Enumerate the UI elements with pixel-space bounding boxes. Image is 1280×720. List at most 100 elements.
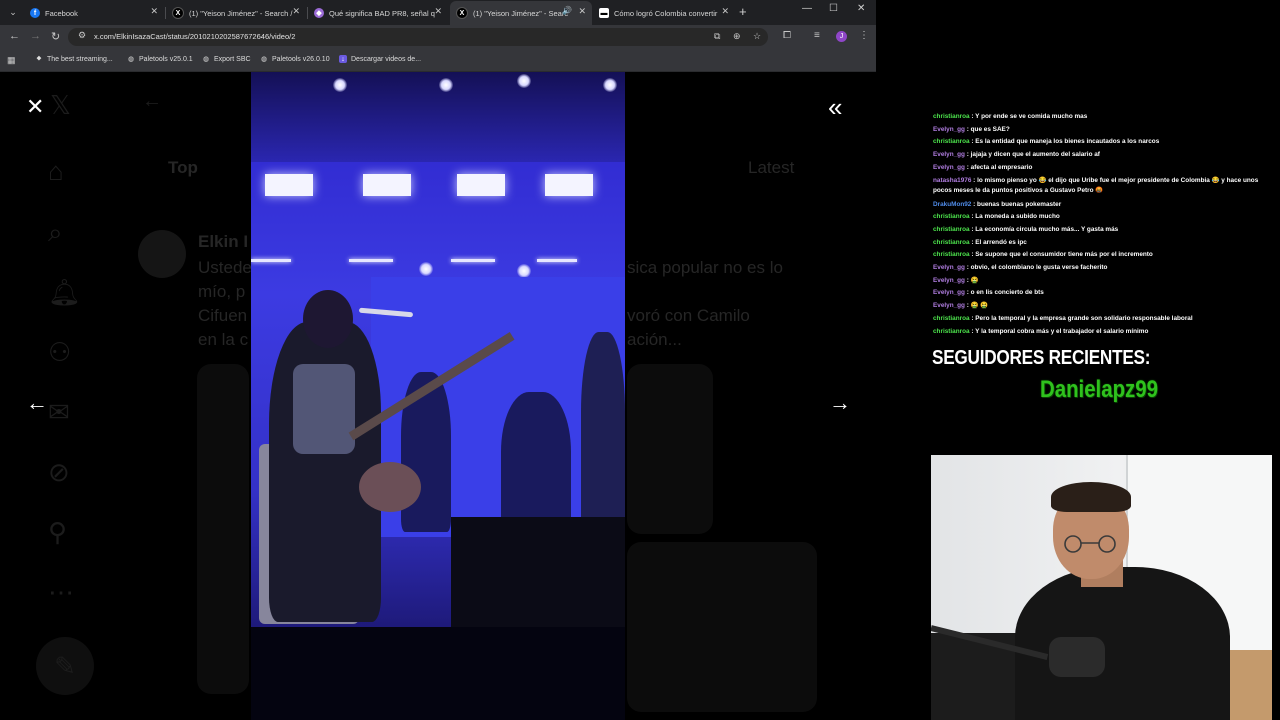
bg-author-name: Elkin I xyxy=(198,232,249,251)
explore-icon: ⌕ xyxy=(48,217,63,247)
video-player[interactable] xyxy=(251,72,625,720)
recent-followers-title: SEGUIDORES RECIENTES: xyxy=(932,347,1151,369)
chat-username: christianroa xyxy=(933,327,970,335)
install-icon[interactable]: ⧉ xyxy=(714,31,720,42)
stage-light-panel xyxy=(363,174,411,196)
chat-text: 🤮 🤮 xyxy=(970,302,989,310)
url-text[interactable]: x.com/ElkinIsazaCast/status/201021020258… xyxy=(94,32,295,41)
x-logo-icon: 𝕏 xyxy=(50,90,71,120)
bookmark-star-icon[interactable]: ☆ xyxy=(753,31,761,42)
bookmark-item[interactable]: ◍ Paletools v26.0.10 xyxy=(260,55,330,64)
chat-username: DrakuMon92 xyxy=(933,200,972,208)
maximize-icon[interactable]: ☐ xyxy=(829,3,838,14)
chat-username: christianroa xyxy=(933,314,970,322)
chat-text: o en lis concierto de bts xyxy=(970,289,1044,297)
media-control-icon[interactable]: ≡ xyxy=(814,30,820,41)
close-icon[interactable]: ✕ xyxy=(578,6,586,17)
bg-post-line: Cifuen xyxy=(198,306,248,325)
chat-text: Se supone que el consumidor tiene más po… xyxy=(975,251,1153,259)
forward-icon[interactable]: → xyxy=(30,30,41,42)
close-icon[interactable]: ✕ xyxy=(292,6,300,17)
bookmark-item[interactable]: ◍ Paletools v25.0.1 xyxy=(127,55,193,64)
bg-author-avatar xyxy=(138,230,186,278)
chat-text: buenas buenas pokemaster xyxy=(977,200,1062,208)
back-icon[interactable]: ← xyxy=(9,30,20,42)
performer-right-silhouette xyxy=(581,332,625,532)
bookmark-label: The best streaming... xyxy=(47,55,113,63)
chat-text: afecta al empresario xyxy=(970,163,1033,171)
chat-text: Y por ende se ve comida mucho mas xyxy=(975,113,1088,120)
globe-icon: ◍ xyxy=(127,56,135,63)
x-icon: X xyxy=(172,7,184,19)
bookmark-item[interactable]: ⬥ The best streaming... xyxy=(35,55,113,63)
bg-post-line: ación... xyxy=(627,330,682,349)
chat-text: que es SAE? xyxy=(970,125,1010,133)
chat-message: Evelyn_gg : que es SAE? xyxy=(933,125,1010,133)
globe-icon: ◍ xyxy=(202,56,210,63)
chat-text: La economía circula mucho más... Y gasta… xyxy=(975,225,1119,233)
tab-search-icon[interactable]: ⌄ xyxy=(4,4,22,21)
bg-post-line: voró con Camilo xyxy=(627,306,750,325)
stage-light xyxy=(333,78,347,92)
reload-icon[interactable]: ↻ xyxy=(51,30,60,43)
stage-light xyxy=(419,262,433,276)
chat-text: 🤮 xyxy=(970,276,979,284)
recent-follower-name: Danielapz99 xyxy=(1040,376,1158,403)
glasses-icon xyxy=(1064,535,1116,553)
x-video-modal: 𝕏 ⌂ ⌕ 🔔︎ ⚇ ✉ ⊘ ⚲ ⋯ ✎ ← Top Latest Elkin … xyxy=(0,72,876,720)
tab-title: Facebook xyxy=(45,8,78,18)
profile-avatar[interactable]: J xyxy=(836,31,847,42)
stage-light-bar xyxy=(451,259,495,262)
tab-x-search-1[interactable]: X (1) "Yeison Jiménez" - Search / ✕ xyxy=(166,1,306,25)
close-icon[interactable]: ✕ xyxy=(721,6,729,17)
stage-light-bar xyxy=(537,259,577,262)
chat-message: Evelyn_gg : obvio, el colombiano le gust… xyxy=(933,264,1108,272)
previous-arrow-icon[interactable]: ← xyxy=(26,392,48,414)
stage-equipment xyxy=(451,517,625,627)
facebook-icon: f xyxy=(30,8,40,18)
extensions-icon[interactable]: ⧠ xyxy=(783,30,791,41)
apps-icon[interactable]: ▦ xyxy=(7,55,16,66)
chat-username: christianroa xyxy=(933,225,970,233)
chat-message: Evelyn_gg : afecta al empresario xyxy=(933,163,1033,171)
next-arrow-icon[interactable]: → xyxy=(829,392,851,414)
chat-message: christianroa : Pero la temporal y la emp… xyxy=(933,314,1193,322)
zoom-icon[interactable]: ⊕ xyxy=(733,31,741,42)
close-icon[interactable]: ✕ xyxy=(26,96,44,118)
bookmark-item[interactable]: ↓ Descargar videos de... xyxy=(339,55,421,63)
chat-username: natasha1976 xyxy=(933,176,972,184)
new-tab-button[interactable]: + xyxy=(739,4,747,19)
site-info-icon[interactable]: ⚙ xyxy=(78,30,86,41)
chat-message: Evelyn_gg : 🤮 xyxy=(933,276,979,284)
chat-text: lo mismo pienso yo 😂 el dijo que Uribe f… xyxy=(933,176,1259,195)
stage-floor xyxy=(251,627,625,720)
close-icon[interactable]: ✕ xyxy=(434,6,442,17)
page-icon: ▬ xyxy=(599,8,609,18)
address-bar[interactable]: ⚙ x.com/ElkinIsazaCast/status/2010210202… xyxy=(68,28,768,46)
menu-icon[interactable]: ⋮ xyxy=(859,30,869,41)
tab-colombia[interactable]: ▬ Cómo logró Colombia convertir ✕ xyxy=(593,1,735,25)
speaker-icon[interactable]: 🔊 xyxy=(562,6,572,15)
chat-message: christianroa : Y la temporal cobra más y… xyxy=(933,327,1149,335)
chat-message: christianroa : Se supone que el consumid… xyxy=(933,251,1153,259)
collapse-panel-icon[interactable]: « xyxy=(828,94,842,120)
stage-light-bar xyxy=(251,259,291,262)
tab-facebook[interactable]: f Facebook ✕ xyxy=(24,1,164,25)
chat-message: christianroa : La economía circula mucho… xyxy=(933,225,1119,233)
stage-light-bar xyxy=(349,259,393,262)
bookmark-item[interactable]: ◍ Export SBC xyxy=(202,55,251,64)
stage-light-panel xyxy=(265,174,313,196)
close-icon[interactable]: ✕ xyxy=(150,6,158,17)
chat-username: christianroa xyxy=(933,113,970,120)
compose-icon: ✎ xyxy=(36,637,94,695)
chat-message: DrakuMon92 : buenas buenas pokemaster xyxy=(933,200,1062,208)
bass-guitar-body xyxy=(359,462,421,512)
chat-message: Evelyn_gg : 🤮 🤮 xyxy=(933,302,989,310)
minimize-icon[interactable]: — xyxy=(802,3,812,14)
chat-text: Y la temporal cobra más y el trabajador … xyxy=(975,327,1149,335)
tab-gemini[interactable]: ◆ Qué significa BAD PR8, señal q ✕ xyxy=(308,1,448,25)
close-window-icon[interactable]: ✕ xyxy=(857,3,865,14)
pin-icon: ⬥ xyxy=(36,55,42,62)
tab-x-search-active[interactable]: X (1) "Yeison Jiménez" - Searc 🔊 ✕ xyxy=(450,1,592,25)
grok-icon: ⊘ xyxy=(48,457,70,487)
